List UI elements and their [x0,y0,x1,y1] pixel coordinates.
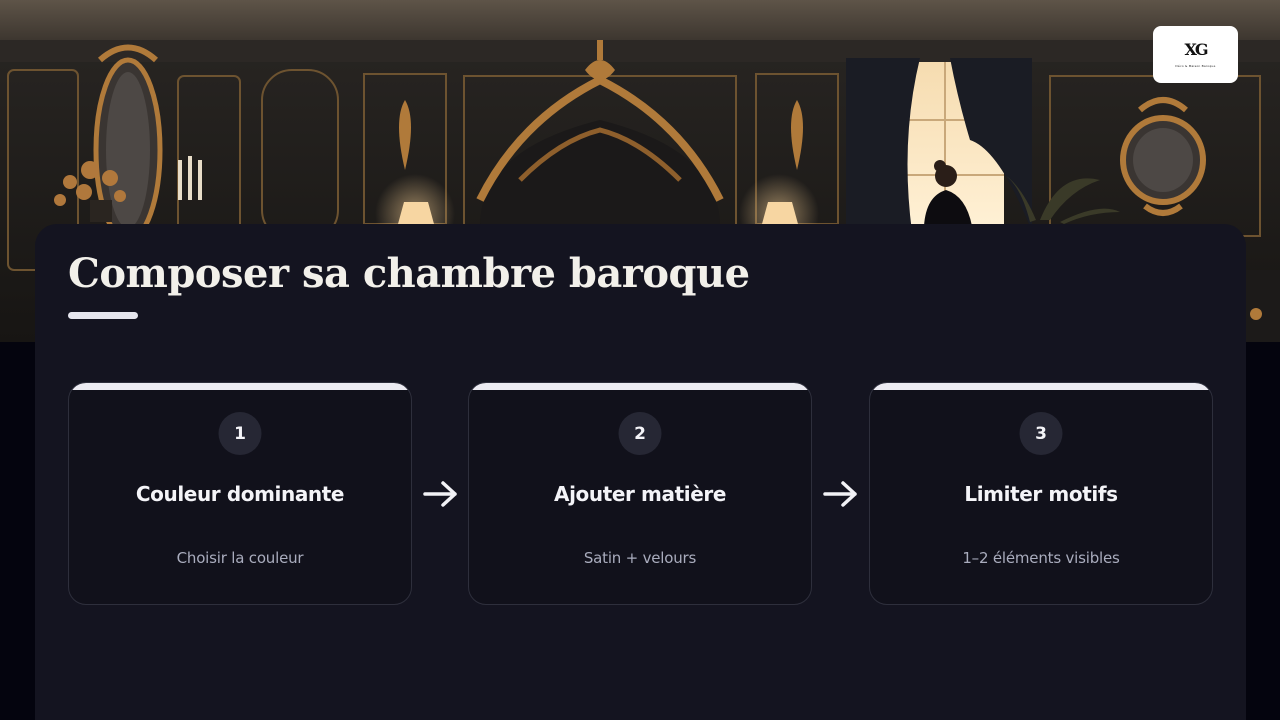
logo-mark: XG [1184,39,1208,59]
arrow-right-icon [823,481,857,507]
step-card-2: 2 Ajouter matière Satin + velours [468,382,812,605]
step-number-badge: 2 [618,412,662,455]
step-heading: Ajouter matière [553,482,726,506]
title-underline [68,312,138,319]
step-card-3: 3 Limiter motifs 1–2 éléments visibles [869,382,1213,605]
step-card-1: 1 Couleur dominante Choisir la couleur [68,382,412,605]
arrow-right-icon [423,481,457,507]
step-description: Satin + velours [583,549,697,567]
step-heading: Couleur dominante [135,482,345,506]
brand-logo[interactable]: XG Déco & Maison Baroque [1153,26,1238,83]
step-heading: Limiter motifs [964,482,1118,506]
step-description: Choisir la couleur [176,549,304,567]
step-number-badge: 3 [1019,412,1063,455]
logo-tagline: Déco & Maison Baroque [1175,63,1216,68]
step-number-badge: 1 [218,412,262,455]
step-description: 1–2 éléments visibles [962,549,1120,567]
page-title: Composer sa chambre baroque [68,250,750,297]
